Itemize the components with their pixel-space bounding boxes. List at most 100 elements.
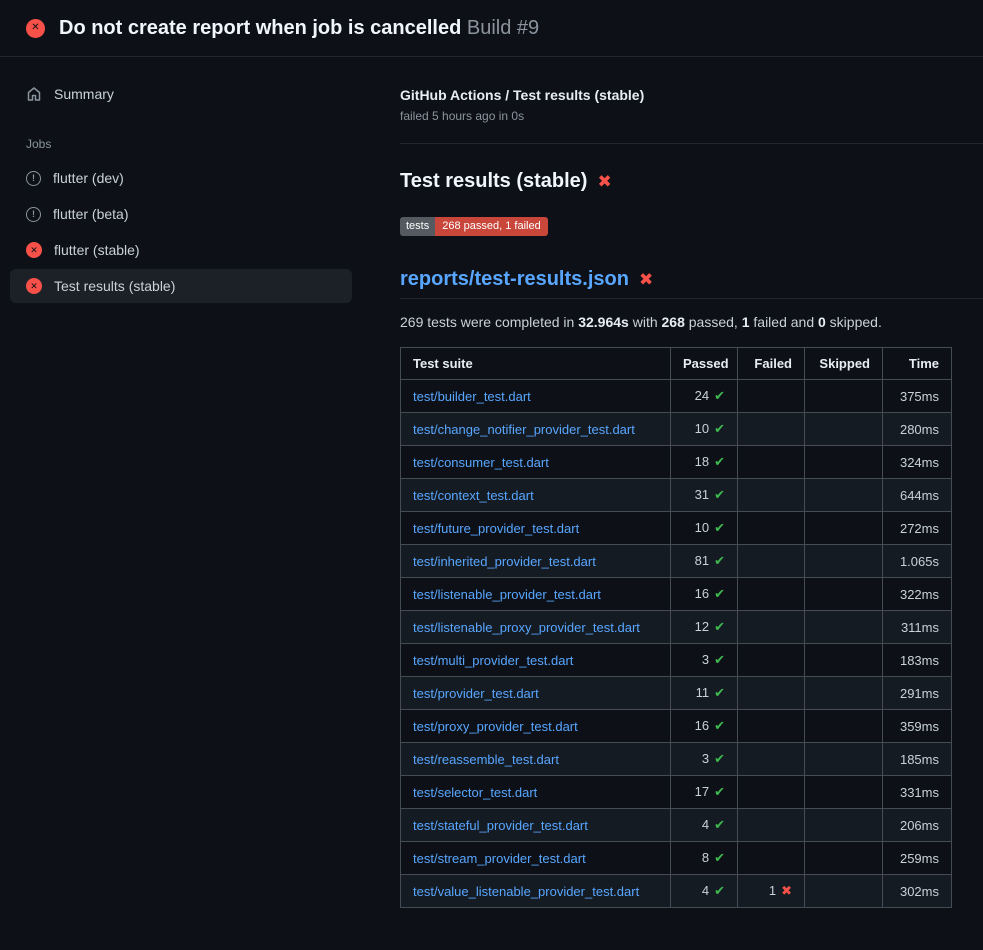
run-status-line: failed 5 hours ago in 0s — [400, 109, 983, 123]
table-row: test/builder_test.dart24✔375ms — [401, 380, 952, 413]
test-suite-link[interactable]: test/proxy_provider_test.dart — [413, 719, 578, 734]
passed-cell: 11✔ — [671, 677, 738, 710]
test-suite-link[interactable]: test/consumer_test.dart — [413, 455, 549, 470]
build-number: Build #9 — [467, 17, 539, 39]
pass-check-icon: ✔ — [714, 784, 725, 799]
pass-check-icon: ✔ — [714, 487, 725, 502]
passed-cell: 24✔ — [671, 380, 738, 413]
table-row: test/provider_test.dart11✔291ms — [401, 677, 952, 710]
tests-badge: tests 268 passed, 1 failed — [400, 217, 548, 236]
exclamation-circle-icon: ! — [26, 171, 41, 186]
pass-check-icon: ✔ — [714, 520, 725, 535]
time-cell: 185ms — [883, 743, 952, 776]
test-suite-link[interactable]: test/stream_provider_test.dart — [413, 851, 586, 866]
failed-cell — [738, 710, 805, 743]
time-cell: 322ms — [883, 578, 952, 611]
test-suite-cell: test/consumer_test.dart — [401, 446, 671, 479]
pass-check-icon: ✔ — [714, 421, 725, 436]
passed-cell: 3✔ — [671, 743, 738, 776]
test-suite-link[interactable]: test/change_notifier_provider_test.dart — [413, 422, 635, 437]
test-suite-link[interactable]: test/reassemble_test.dart — [413, 752, 559, 767]
passed-count: 17 — [695, 784, 709, 799]
passed-count: 10 — [695, 520, 709, 535]
summary-line: 269 tests were completed in 32.964s with… — [400, 314, 951, 330]
passed-count: 4 — [702, 817, 709, 832]
badge-value: 268 passed, 1 failed — [435, 217, 547, 236]
failed-cell: 1✖ — [738, 875, 805, 908]
time-cell: 272ms — [883, 512, 952, 545]
sidebar-job-item[interactable]: !flutter (beta) — [10, 197, 352, 231]
time-cell: 1.065s — [883, 545, 952, 578]
column-header-time: Time — [883, 348, 952, 380]
summary-text-part: skipped. — [826, 314, 882, 330]
test-suite-link[interactable]: test/context_test.dart — [413, 488, 534, 503]
sidebar-item-summary[interactable]: Summary — [10, 77, 352, 111]
skipped-cell — [805, 644, 883, 677]
column-header-test-suite: Test suite — [401, 348, 671, 380]
skipped-cell — [805, 875, 883, 908]
main-content: GitHub Actions / Test results (stable) f… — [400, 57, 983, 908]
test-suite-cell: test/listenable_proxy_provider_test.dart — [401, 611, 671, 644]
badge-label: tests — [400, 217, 435, 236]
failed-cell — [738, 677, 805, 710]
fail-x-icon: ✖ — [781, 883, 792, 898]
test-suite-link[interactable]: test/listenable_provider_test.dart — [413, 587, 601, 602]
test-suite-link[interactable]: test/builder_test.dart — [413, 389, 531, 404]
test-suite-link[interactable]: test/provider_test.dart — [413, 686, 539, 701]
passed-count: 18 — [695, 454, 709, 469]
skipped-cell — [805, 446, 883, 479]
report-title-row: reports/test-results.json ✖ — [400, 268, 983, 299]
test-suite-cell: test/builder_test.dart — [401, 380, 671, 413]
passed-cell: 31✔ — [671, 479, 738, 512]
summary-text-part: 0 — [818, 314, 826, 330]
test-suite-cell: test/reassemble_test.dart — [401, 743, 671, 776]
pass-check-icon: ✔ — [714, 652, 725, 667]
x-circle-fill-icon: ✕ — [26, 19, 45, 38]
skipped-cell — [805, 479, 883, 512]
time-cell: 280ms — [883, 413, 952, 446]
test-suite-link[interactable]: test/listenable_proxy_provider_test.dart — [413, 620, 640, 635]
workflow-run-title: Do not create report when job is cancell… — [59, 17, 461, 39]
passed-cell: 12✔ — [671, 611, 738, 644]
skipped-cell — [805, 380, 883, 413]
test-suite-link[interactable]: test/inherited_provider_test.dart — [413, 554, 596, 569]
sidebar-job-item[interactable]: ✕Test results (stable) — [10, 269, 352, 303]
table-row: test/context_test.dart31✔644ms — [401, 479, 952, 512]
passed-count: 3 — [702, 652, 709, 667]
x-circle-fill-icon: ✕ — [26, 242, 42, 258]
passed-cell: 3✔ — [671, 644, 738, 677]
sidebar-job-item[interactable]: !flutter (dev) — [10, 161, 352, 195]
test-suite-cell: test/multi_provider_test.dart — [401, 644, 671, 677]
table-row: test/inherited_provider_test.dart81✔1.06… — [401, 545, 952, 578]
report-file-link[interactable]: reports/test-results.json — [400, 268, 629, 291]
table-row: test/multi_provider_test.dart3✔183ms — [401, 644, 952, 677]
pass-check-icon: ✔ — [714, 619, 725, 634]
table-body: test/builder_test.dart24✔375mstest/chang… — [401, 380, 952, 908]
test-suite-link[interactable]: test/selector_test.dart — [413, 785, 537, 800]
job-label: flutter (stable) — [54, 242, 140, 258]
failed-cell — [738, 776, 805, 809]
summary-text-part: 1 — [742, 314, 750, 330]
failed-cell — [738, 743, 805, 776]
failed-cell — [738, 545, 805, 578]
passed-count: 24 — [695, 388, 709, 403]
section-title: Test results (stable) — [400, 170, 587, 193]
passed-cell: 4✔ — [671, 809, 738, 842]
test-suite-cell: test/future_provider_test.dart — [401, 512, 671, 545]
summary-text-part: 269 tests were completed in — [400, 314, 578, 330]
failed-x-icon: ✖ — [639, 271, 653, 288]
summary-text-part: 268 — [662, 314, 685, 330]
jobs-section-heading: Jobs — [10, 113, 352, 161]
table-header-row: Test suitePassedFailedSkippedTime — [401, 348, 952, 380]
test-suite-link[interactable]: test/multi_provider_test.dart — [413, 653, 573, 668]
table-row: test/listenable_proxy_provider_test.dart… — [401, 611, 952, 644]
test-suite-link[interactable]: test/stateful_provider_test.dart — [413, 818, 588, 833]
column-header-failed: Failed — [738, 348, 805, 380]
test-suite-cell: test/value_listenable_provider_test.dart — [401, 875, 671, 908]
test-suite-link[interactable]: test/future_provider_test.dart — [413, 521, 579, 536]
test-suite-link[interactable]: test/value_listenable_provider_test.dart — [413, 884, 639, 899]
skipped-cell — [805, 677, 883, 710]
skipped-cell — [805, 611, 883, 644]
summary-text-part: 32.964s — [578, 314, 629, 330]
sidebar-job-item[interactable]: ✕ flutter (stable) — [10, 233, 352, 267]
